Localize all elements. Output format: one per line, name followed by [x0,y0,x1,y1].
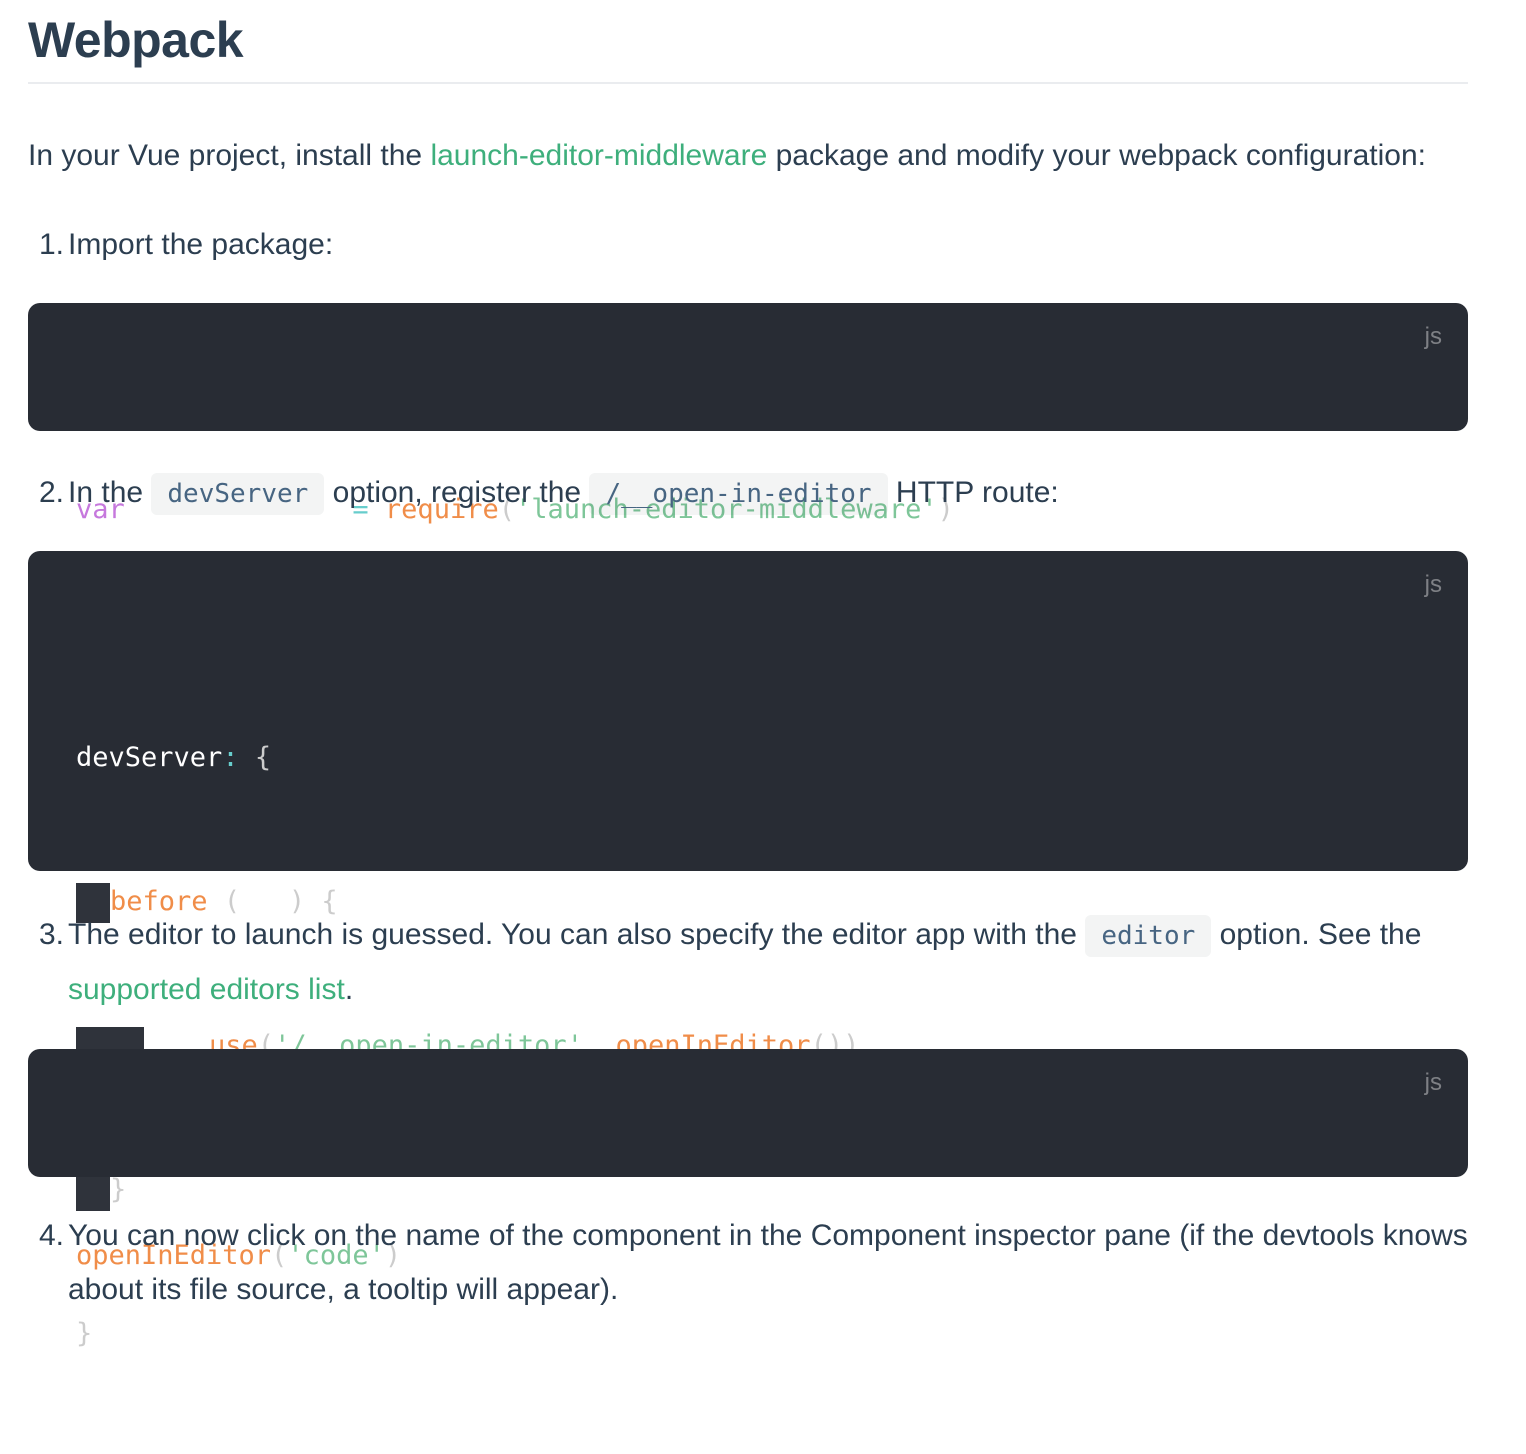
code-language-label: js [1424,1069,1442,1096]
heading-divider [28,82,1468,84]
page-title: Webpack [28,12,244,68]
step-text: option, register the [324,476,590,509]
step-text: In the [68,476,152,509]
intro-paragraph: In your Vue project, install the launch-… [28,129,1468,183]
step-number: 3. [38,918,64,951]
code-language-label: js [1424,571,1442,598]
code-language-label: js [1424,323,1442,350]
step-1: 1. Import the package: [28,218,1468,272]
step-3: 3. The editor to launch is guessed. You … [28,908,1468,1017]
code-block-import: js var openInEditor = require('launch-ed… [28,303,1468,525]
launch-editor-middleware-link[interactable]: launch-editor-middleware [430,139,767,172]
step-text: You can now click on the name of the com… [68,1219,1468,1306]
step-text: The editor to launch is guessed. You can… [68,918,1086,951]
step-4: 4. You can now click on the name of the … [28,1209,1468,1317]
intro-text-before: In your Vue project, install the [28,139,431,172]
code-token-operator: : [222,742,239,773]
step-text: Import the package: [68,228,334,261]
inline-code-route: /__open-in-editor [589,473,888,515]
code-block-devserver: js devServer: { before (app) { app.use('… [28,551,1468,1349]
code-token-punctuation: { [254,742,272,773]
supported-editors-list-link[interactable]: supported editors list [68,973,345,1006]
intro-text-after: package and modify your webpack configur… [767,139,1426,172]
step-number: 1. [38,228,64,261]
code-line: devServer: { [76,734,1420,782]
step-text: HTTP route: [887,476,1059,509]
inline-code-editor: editor [1085,915,1212,957]
step-text: . [344,973,354,1006]
content: Webpack In your Vue project, install the… [28,0,1468,1349]
step-number: 4. [38,1219,64,1252]
step-text: option. See the [1211,918,1422,951]
code-token-identifier: devServer [76,742,223,773]
step-number: 2. [38,476,64,509]
code-block-open-in-editor: js openInEditor('code') [28,1049,1468,1271]
inline-code-devserver: devServer [151,473,325,515]
step-2: 2. In the devServer option, register the… [28,466,1468,521]
